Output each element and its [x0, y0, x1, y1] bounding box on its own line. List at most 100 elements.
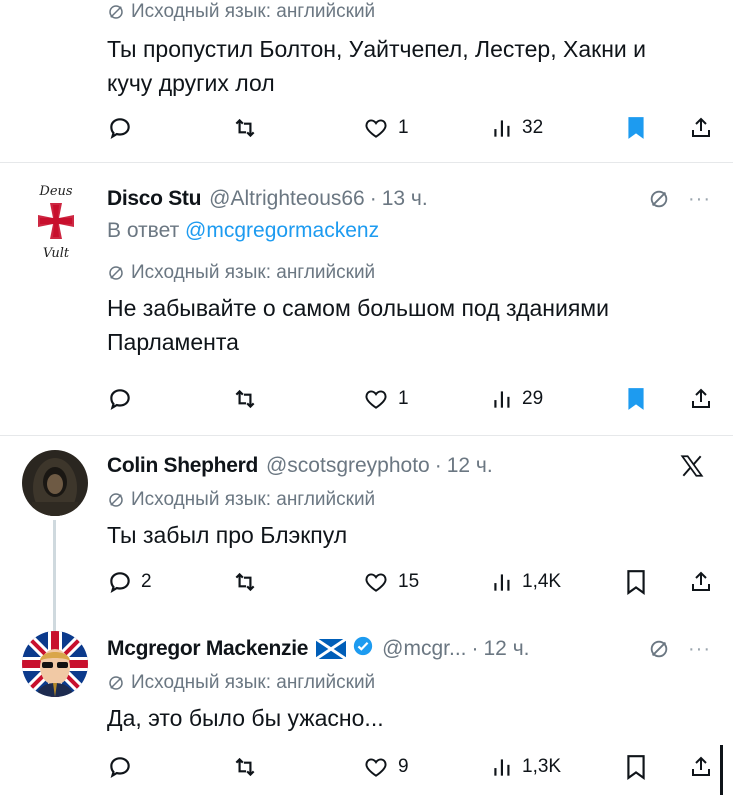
translated-label: Исходный язык: английский — [131, 1, 376, 22]
retweet-button[interactable] — [232, 566, 266, 598]
views-button[interactable]: 32 — [492, 112, 543, 144]
timestamp[interactable]: 13 ч. — [382, 187, 428, 211]
tweet-header: Disco Stu @Altrighteous66 · 13 ч. — [107, 183, 711, 215]
retweet-icon — [235, 572, 255, 592]
thread-line — [53, 520, 56, 634]
reply-icon — [110, 118, 130, 140]
verified-icon[interactable] — [352, 635, 374, 663]
like-button[interactable]: 9 — [362, 751, 409, 783]
bookmark-icon — [627, 570, 645, 595]
tweet-actions: 2 15 1,4K — [107, 566, 717, 598]
bookmark-icon — [628, 117, 644, 139]
translated-note[interactable]: Исходный язык: английский — [107, 0, 711, 26]
svg-text:Vult: Vult — [43, 246, 70, 261]
tweet-text: Да, это было бы ужасно... — [107, 705, 384, 731]
reply-button[interactable] — [107, 751, 141, 783]
translated-note[interactable]: Исходный язык: английский — [107, 669, 711, 697]
like-icon — [365, 119, 387, 138]
avatar[interactable] — [22, 631, 88, 697]
tweet-3[interactable]: Colin Shepherd @scotsgreyphoto · 12 ч. И… — [0, 436, 733, 634]
tweet-text: Не забывайте о самом большом под зданиям… — [107, 295, 609, 355]
retweet-icon — [235, 389, 255, 409]
replying-prefix: В ответ — [107, 219, 180, 242]
svg-text:Deus: Deus — [38, 184, 72, 199]
share-icon — [692, 756, 710, 776]
timestamp[interactable]: 12 ч. — [484, 637, 530, 661]
more-icon[interactable]: ··· — [688, 188, 711, 211]
translate-icon — [109, 266, 123, 280]
avatar[interactable]: Deus Vult — [20, 181, 92, 261]
tweet-actions: 1 29 — [107, 383, 717, 415]
display-name[interactable]: Colin Shepherd — [107, 454, 258, 478]
separator-dot: · — [434, 454, 442, 477]
user-handle[interactable]: @mcgr... — [382, 637, 466, 661]
share-button[interactable] — [689, 383, 713, 415]
union-jack-avatar — [22, 631, 88, 697]
hooded-figure-avatar — [22, 450, 88, 516]
x-logo-icon[interactable] — [679, 453, 705, 479]
like-button[interactable]: 1 — [362, 112, 409, 144]
tweet-text: Ты забыл про Блэкпул — [107, 522, 348, 548]
tweet-1[interactable]: Исходный язык: английский Ты пропустил Б… — [0, 0, 733, 160]
display-name[interactable]: Mcgregor Mackenzie — [107, 637, 308, 661]
separator-dot: · — [471, 637, 479, 660]
user-handle[interactable]: @Altrighteous66 — [209, 187, 365, 211]
retweet-icon — [235, 118, 255, 138]
retweet-button[interactable] — [232, 383, 266, 415]
replying-to: В ответ @mcgregormackenz — [107, 219, 711, 243]
retweet-button[interactable] — [232, 751, 266, 783]
reply-button[interactable] — [107, 112, 141, 144]
like-icon — [365, 758, 387, 777]
scotland-flag-icon — [316, 639, 347, 659]
like-button[interactable]: 1 — [362, 383, 409, 415]
retweet-icon — [235, 757, 255, 777]
deus-vult-avatar: Deus Vult — [38, 184, 74, 261]
reply-icon — [110, 757, 130, 779]
tweet-feed: Исходный язык: английский Ты пропустил Б… — [0, 0, 733, 800]
tweet-header-right: ··· — [648, 183, 711, 215]
views-icon — [494, 759, 510, 776]
replying-mention[interactable]: @mcgregormackenz — [185, 219, 379, 242]
user-handle[interactable]: @scotsgreyphoto — [266, 454, 430, 478]
views-button[interactable]: 1,4K — [492, 566, 561, 598]
translated-note[interactable]: Исходный язык: английский — [107, 486, 711, 514]
retweet-button[interactable] — [232, 112, 266, 144]
translate-icon — [109, 5, 123, 19]
reply-icon — [110, 389, 130, 411]
share-button[interactable] — [689, 751, 713, 783]
share-icon — [692, 388, 710, 408]
like-button[interactable]: 15 — [362, 566, 419, 598]
more-icon[interactable]: ··· — [688, 638, 711, 661]
views-button[interactable]: 1,3K — [492, 751, 561, 783]
like-icon — [365, 390, 387, 409]
share-icon — [692, 117, 710, 137]
tweet-header: Mcgregor Mackenzie @mcgr... · 12 ч. — [107, 633, 711, 665]
translate-icon[interactable] — [648, 188, 670, 210]
display-name[interactable]: Disco Stu — [107, 187, 201, 211]
translated-note[interactable]: Исходный язык: английский — [107, 259, 711, 287]
tweet-actions: 9 1,3K — [107, 751, 717, 783]
reply-icon — [110, 572, 130, 594]
tweet-4[interactable]: Mcgregor Mackenzie @mcgr... · 12 ч. Исхо… — [0, 621, 733, 800]
tweet-2[interactable]: Deus Vult Disco Stu @Altrighteous66 · 13… — [0, 163, 733, 435]
scrollbar[interactable] — [720, 745, 723, 795]
bookmark-button[interactable] — [625, 383, 647, 415]
share-button[interactable] — [689, 112, 713, 144]
translated-label: Исходный язык: английский — [131, 489, 376, 510]
bookmark-button[interactable] — [625, 566, 647, 598]
views-button[interactable]: 29 — [492, 383, 543, 415]
share-button[interactable] — [689, 566, 713, 598]
timestamp[interactable]: 12 ч. — [447, 454, 493, 478]
translated-label: Исходный язык: английский — [131, 262, 376, 283]
tweet-header: Colin Shepherd @scotsgreyphoto · 12 ч. — [107, 450, 711, 482]
translated-label: Исходный язык: английский — [131, 672, 376, 693]
avatar[interactable] — [22, 450, 88, 516]
reply-button[interactable]: 2 — [107, 566, 152, 598]
views-icon — [494, 391, 510, 408]
reply-button[interactable] — [107, 383, 141, 415]
translate-icon[interactable] — [648, 638, 670, 660]
bookmark-button[interactable] — [625, 751, 647, 783]
bookmark-button[interactable] — [625, 112, 647, 144]
translate-icon — [109, 676, 123, 690]
translate-icon — [109, 493, 123, 507]
